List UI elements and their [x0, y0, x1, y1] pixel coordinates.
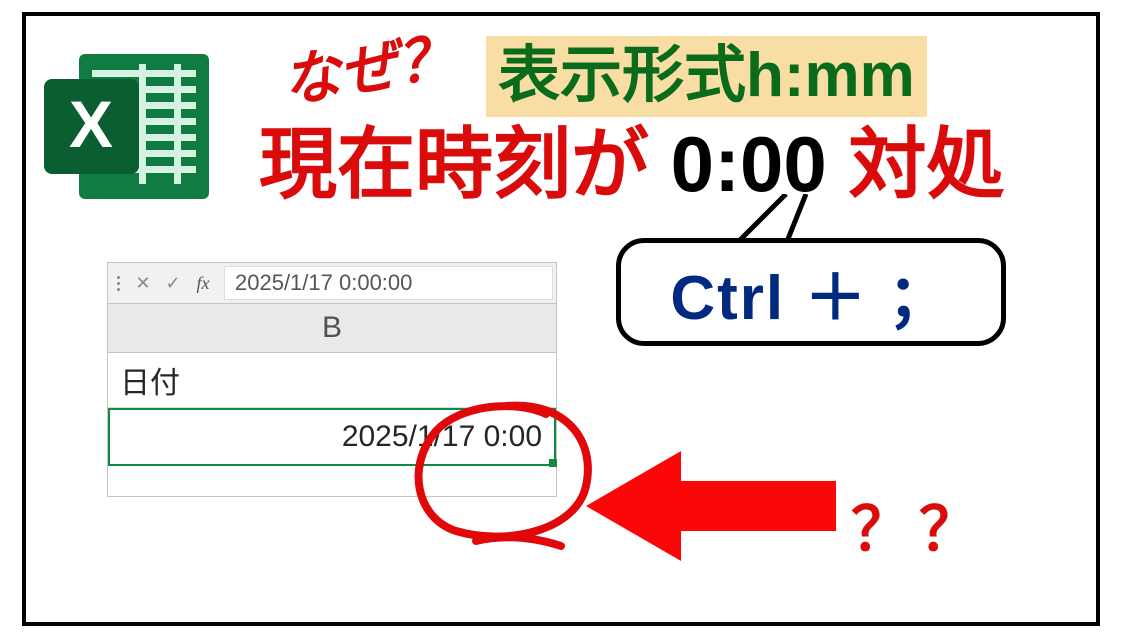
excel-snippet: ✕ ✓ fx 2025/1/17 0:00:00 B 日付 2025/1/17 …: [107, 262, 557, 497]
headline-part1: 現在時刻が: [259, 120, 649, 208]
formula-enter-icon[interactable]: ✓: [158, 273, 188, 294]
headline-part3: 対処: [848, 120, 1004, 208]
mini-sheet: B 日付 2025/1/17 0:00: [107, 303, 557, 497]
column-header[interactable]: B: [108, 304, 556, 353]
slide-frame: X なぜ？ 表示形式h:mm 現在時刻が 0:00 対処 Ctrl ＋ ； ✕ …: [22, 12, 1100, 626]
svg-text:X: X: [69, 87, 113, 161]
question-marks: ？？: [851, 481, 987, 568]
shortcut-text: Ctrl ＋ ；: [670, 247, 951, 337]
format-banner: 表示形式h:mm: [486, 36, 927, 117]
headline-text: 現在時刻が 0:00 対処: [259, 122, 1005, 208]
empty-row: [108, 466, 556, 496]
shortcut-callout: Ctrl ＋ ；: [616, 238, 1006, 346]
red-arrow-icon: [586, 446, 846, 566]
formula-bar: ✕ ✓ fx 2025/1/17 0:00:00: [107, 262, 557, 303]
formula-cancel-icon[interactable]: ✕: [128, 273, 158, 294]
excel-logo-icon: X: [44, 44, 219, 214]
why-annotation: なぜ？: [276, 9, 461, 119]
formula-fx-icon[interactable]: fx: [188, 273, 218, 294]
formula-bar-handle-icon: [108, 263, 128, 303]
formula-value[interactable]: 2025/1/17 0:00:00: [224, 266, 553, 300]
headline-part2: 0:00: [649, 120, 848, 208]
cell-value-row[interactable]: 2025/1/17 0:00: [108, 408, 556, 466]
cell-label-row[interactable]: 日付: [108, 353, 556, 408]
